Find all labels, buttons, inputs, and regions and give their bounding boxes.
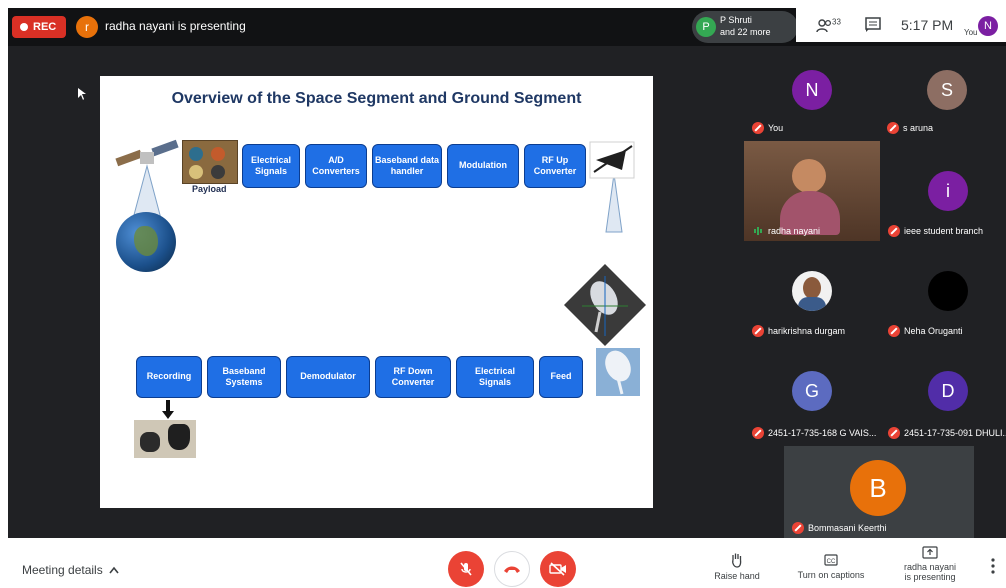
- tile-neha-oruganti[interactable]: Neha Oruganti: [875, 241, 1006, 341]
- chat-icon[interactable]: [864, 16, 882, 34]
- record-dot-icon: [20, 23, 28, 31]
- tile-you[interactable]: N You: [744, 46, 875, 141]
- mouse-cursor-icon: [78, 88, 86, 100]
- recording-badge: REC: [12, 16, 66, 38]
- presenter-status: radha nayani is presenting: [105, 19, 246, 33]
- meeting-controls-top: 33 5:17 PM You N: [796, 8, 1006, 42]
- box-baseband-systems: Baseband Systems: [207, 356, 281, 398]
- participant-avatar: P: [696, 17, 716, 37]
- presenting-button[interactable]: radha nayani is presenting: [898, 546, 962, 582]
- captions-button[interactable]: CC Turn on captions: [794, 552, 868, 580]
- participant-more: and 22 more: [720, 27, 771, 37]
- mic-off-icon: [752, 427, 764, 439]
- tile-name: s aruna: [903, 123, 934, 133]
- mic-toggle-button[interactable]: [448, 551, 484, 587]
- tile-g-vais[interactable]: G 2451-17-735-168 G VAIS...: [744, 341, 877, 446]
- mic-off-icon: [887, 122, 899, 134]
- self-avatar[interactable]: N: [978, 16, 998, 36]
- box-feed: Feed: [539, 356, 583, 398]
- more-options-icon[interactable]: [990, 558, 996, 574]
- tile-name: Neha Oruganti: [904, 326, 963, 336]
- box-ad-converters: A/D Converters: [305, 144, 367, 188]
- bottom-bar: Meeting details Raise hand CC Turn on ca…: [0, 540, 1006, 588]
- svg-text:CC: CC: [827, 559, 836, 565]
- hang-up-icon: [504, 566, 520, 573]
- mic-off-icon: [752, 122, 764, 134]
- people-button[interactable]: 33: [816, 17, 844, 35]
- captions-label: Turn on captions: [797, 570, 865, 580]
- hand-icon: [732, 553, 742, 568]
- tile-harikrishna-durgam[interactable]: harikrishna durgam: [744, 241, 875, 341]
- raise-hand-label: Raise hand: [714, 571, 760, 581]
- mic-off-icon: [888, 225, 900, 237]
- presenter-avatar: r: [76, 16, 98, 38]
- earth-landmass: [134, 226, 158, 256]
- payload-label: Payload: [192, 184, 227, 194]
- box-recording: Recording: [136, 356, 202, 398]
- tile-name: harikrishna durgam: [768, 326, 846, 336]
- box-baseband-data-handler: Baseband data handler: [372, 144, 442, 188]
- tile-avatar: B: [850, 460, 906, 516]
- participant-name: P Shruti: [720, 15, 752, 25]
- tile-ieee-student-branch[interactable]: i ieee student branch: [880, 141, 1006, 241]
- recording-image: [134, 420, 196, 458]
- leave-call-button[interactable]: [494, 551, 530, 587]
- meeting-stage: REC r radha nayani is presenting P P Shr…: [8, 8, 1006, 538]
- person-silhouette: [792, 159, 826, 193]
- tile-name: Bommasani Keerthi: [808, 523, 887, 533]
- presenting-line2: is presenting: [904, 572, 956, 582]
- ground-station-icon: [564, 264, 646, 346]
- tile-name: 2451-17-735-091 DHULI...: [904, 428, 1006, 438]
- mic-off-icon: [460, 562, 472, 576]
- rec-label: REC: [33, 21, 57, 33]
- uplink-antenna-icon: [589, 141, 635, 233]
- box-electrical-signals-bottom: Electrical Signals: [456, 356, 534, 398]
- people-icon: [816, 19, 832, 33]
- you-label: You: [964, 28, 978, 37]
- mic-off-icon: [888, 325, 900, 337]
- dish-antenna-icon: [596, 348, 640, 396]
- mic-off-icon: [792, 522, 804, 534]
- camera-toggle-button[interactable]: [540, 551, 576, 587]
- meeting-details-label: Meeting details: [22, 563, 103, 577]
- tile-avatar: G: [792, 371, 832, 411]
- profile-photo: [792, 271, 832, 311]
- presenting-line1: radha nayani: [903, 562, 957, 572]
- captions-icon: CC: [824, 554, 838, 566]
- mic-off-icon: [888, 427, 900, 439]
- people-count: 33: [832, 17, 841, 27]
- chevron-up-icon: [109, 566, 119, 574]
- camera-off-icon: [549, 562, 566, 576]
- present-screen-icon: [922, 546, 938, 559]
- tile-avatar: N: [792, 70, 832, 110]
- tile-radha-nayani[interactable]: radha nayani: [744, 141, 880, 241]
- payload-image: [182, 140, 238, 184]
- box-rf-up-converter: RF Up Converter: [524, 144, 586, 188]
- slide-title: Overview of the Space Segment and Ground…: [171, 90, 582, 107]
- meeting-details-button[interactable]: Meeting details: [22, 563, 119, 577]
- tile-dhuli[interactable]: D 2451-17-735-091 DHULI...: [875, 341, 1006, 446]
- box-electrical-signals-top: Electrical Signals: [242, 144, 300, 188]
- tile-bommasani-keerthi[interactable]: B Bommasani Keerthi: [784, 446, 974, 538]
- box-modulation: Modulation: [447, 144, 519, 188]
- mic-off-icon: [752, 325, 764, 337]
- tile-avatar: S: [927, 70, 967, 110]
- raise-hand-button[interactable]: Raise hand: [708, 552, 766, 581]
- down-arrow-icon: [162, 400, 174, 419]
- tile-name: You: [768, 123, 784, 133]
- box-rf-down-converter: RF Down Converter: [375, 356, 451, 398]
- tile-s-aruna[interactable]: S s aruna: [875, 46, 1006, 141]
- tile-avatar: i: [928, 171, 968, 211]
- tile-name: 2451-17-735-168 G VAIS...: [768, 428, 877, 438]
- presentation-slide: Overview of the Space Segment and Ground…: [100, 76, 653, 508]
- tile-avatar: [928, 271, 968, 311]
- mic-active-icon: [752, 225, 764, 237]
- participants-chip[interactable]: P P Shruti and 22 more: [692, 11, 798, 43]
- participant-gallery: N You S s aruna radha nayani i ieee stud…: [744, 46, 1006, 446]
- clock-time: 5:17 PM: [901, 17, 954, 33]
- box-demodulator: Demodulator: [286, 356, 370, 398]
- tile-name: ieee student branch: [904, 226, 984, 236]
- tile-name: radha nayani: [768, 226, 821, 236]
- tile-avatar: D: [928, 371, 968, 411]
